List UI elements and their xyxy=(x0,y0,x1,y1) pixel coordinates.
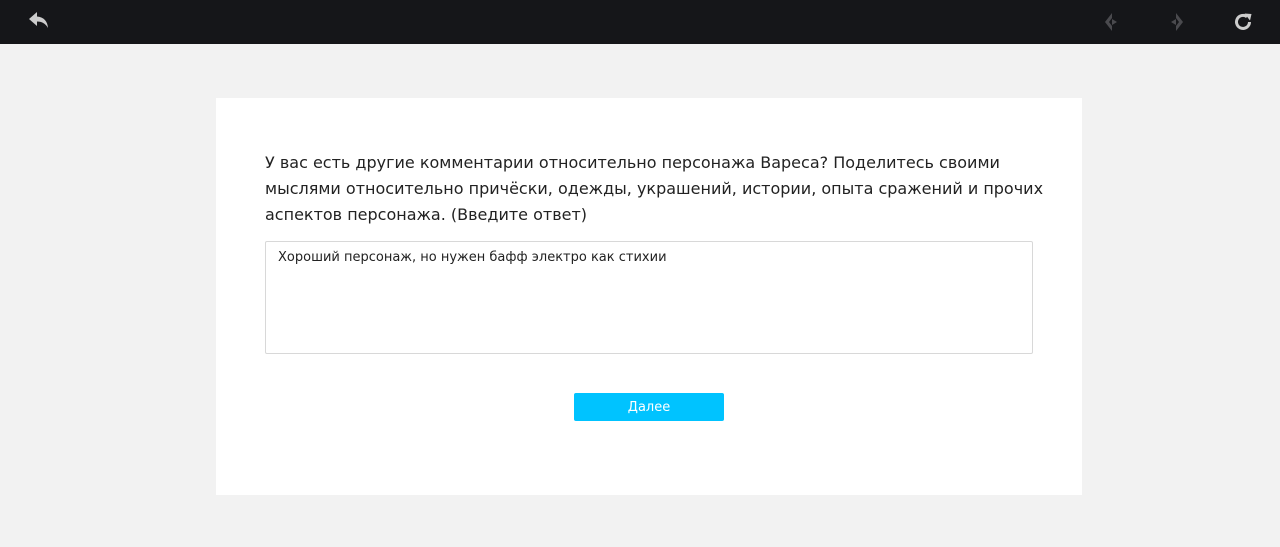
refresh-button[interactable] xyxy=(1228,7,1258,37)
question-text: У вас есть другие комментарии относитель… xyxy=(265,153,1044,224)
previous-button[interactable] xyxy=(1096,7,1126,37)
next-arrow-icon xyxy=(1171,13,1183,31)
prev-arrow-icon xyxy=(1105,13,1117,31)
next-page-button[interactable] xyxy=(1162,7,1192,37)
survey-card: У вас есть другие комментарии относитель… xyxy=(216,98,1082,495)
answer-textarea[interactable]: Хороший персонаж, но нужен бафф электро … xyxy=(265,241,1033,354)
back-arrow-icon xyxy=(29,12,48,28)
back-button[interactable] xyxy=(25,7,55,37)
next-button[interactable]: Далее xyxy=(574,393,724,421)
refresh-icon xyxy=(1235,13,1252,30)
top-toolbar xyxy=(0,0,1280,44)
